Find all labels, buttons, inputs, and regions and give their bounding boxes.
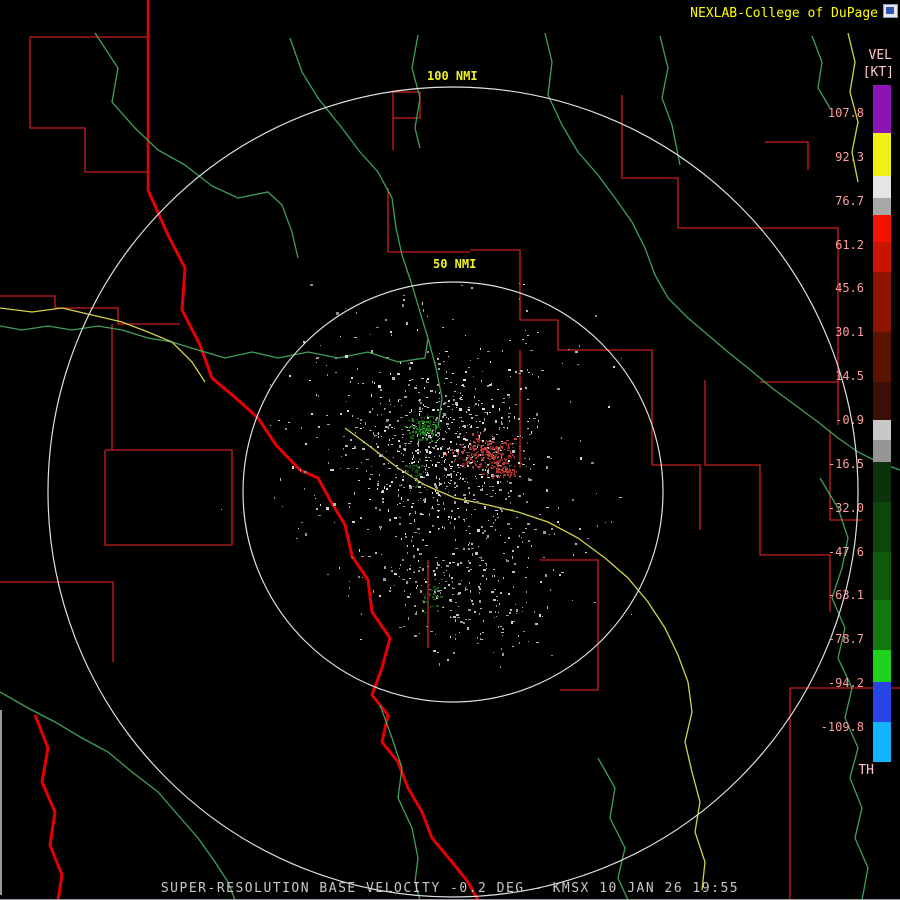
colorbar-segment <box>873 272 891 332</box>
colorbar-segment <box>873 332 891 382</box>
colorbar-segment <box>873 650 891 682</box>
cod-logo-icon <box>883 4 898 18</box>
state-border-line <box>33 0 480 900</box>
colorbar-segment <box>873 176 891 198</box>
colorbar-segment <box>873 462 891 502</box>
colorbar-unit: [KT] <box>862 65 894 80</box>
colorbar-segment <box>873 420 891 440</box>
product-caption: SUPER-RESOLUTION BASE VELOCITY -0.2 DEG … <box>160 881 740 896</box>
colorbar-segment <box>873 682 891 722</box>
range-ring-label-100nmi: 100 NMI <box>427 69 478 83</box>
colorbar-segment <box>873 552 891 600</box>
colorbar-th-label: TH <box>858 763 874 778</box>
range-ring-50nmi <box>242 281 664 703</box>
radar-viewer: 100 NMI 50 NMI NEXLAB-College of DuPage … <box>0 0 900 900</box>
colorbar-segment <box>873 722 891 762</box>
colorbar-segment <box>873 242 891 272</box>
colorbar-segment <box>873 133 891 176</box>
colorbar-segment <box>873 502 891 552</box>
site-title: NEXLAB-College of DuPage <box>690 6 878 21</box>
radar-map[interactable]: 100 NMI 50 NMI <box>0 0 900 900</box>
colorbar-segment <box>873 382 891 420</box>
colorbar-segment <box>873 215 891 242</box>
range-ring-label-50nmi: 50 NMI <box>433 257 476 271</box>
velocity-echoes <box>221 283 632 668</box>
colorbar-segment <box>873 85 891 133</box>
range-ring-100nmi <box>47 86 859 898</box>
colorbar-title: VEL <box>868 48 892 63</box>
range-rings <box>47 86 859 898</box>
highway-lines <box>0 32 859 891</box>
velocity-colorbar <box>873 85 891 762</box>
colorbar-segment <box>873 198 891 215</box>
colorbar-segment <box>873 440 891 462</box>
colorbar-segment <box>873 600 891 650</box>
